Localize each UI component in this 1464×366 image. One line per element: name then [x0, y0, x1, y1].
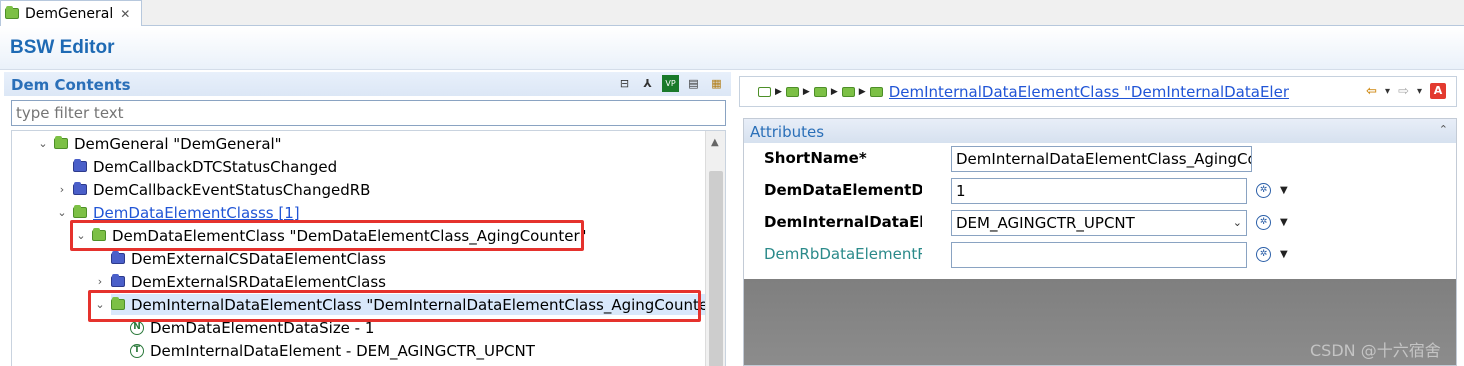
collapse-all-icon[interactable]: ⊟ [616, 75, 633, 92]
expand-arrow-icon[interactable]: ⌄ [36, 137, 50, 150]
attr-label: DemDataElementDat [764, 181, 922, 199]
editor-tab-bar: DemGeneral ✕ [0, 0, 1464, 26]
editor-title: BSW Editor [10, 37, 115, 58]
scroll-up-icon[interactable]: ▲ [711, 137, 719, 148]
folder-icon[interactable] [813, 87, 827, 97]
expand-arrow-icon[interactable]: ⌄ [55, 206, 69, 219]
breadcrumb-current-link[interactable]: DemInternalDataElementClass "DemInternal… [889, 83, 1289, 101]
collapse-icon[interactable]: ⌃ [1439, 123, 1448, 136]
forward-arrow-icon[interactable]: ⇨ [1398, 84, 1409, 99]
filter-input[interactable] [11, 100, 726, 126]
watermark: CSDN @十六宿舍 [1310, 341, 1441, 360]
attr-label: DemRbDataElementRe [764, 245, 922, 263]
attributes-body: ShortName* DemInternalDataElementClass_A… [744, 143, 1456, 279]
chevron-down-icon[interactable]: ▼ [1280, 185, 1288, 196]
reset-icon[interactable]: ✲ [1256, 247, 1271, 262]
tree-node-callback-event[interactable]: › DemCallbackEventStatusChangedRB [55, 178, 371, 201]
numeric-param-icon: N [130, 320, 144, 335]
attributes-section: Attributes ⌃ ShortName* DemInternalDataE… [743, 118, 1457, 366]
close-icon[interactable]: ✕ [120, 7, 130, 21]
breadcrumb-path: ▶ ▶ ▶ ▶ DemInternalDataElementClass "Dem… [758, 83, 1289, 101]
internal-data-element-combo[interactable]: DEM_AGINGCTR_UPCNT ⌄ [951, 210, 1247, 236]
contents-toolbar: ⊟ ⅄ VP ▤ ▦ [616, 75, 725, 92]
tree-node-label[interactable]: DemDataElementClasss [1] [93, 204, 300, 222]
scrollbar-thumb[interactable] [709, 171, 723, 366]
contents-header: Dem Contents ⊟ ⅄ VP ▤ ▦ [4, 72, 731, 96]
table-icon[interactable]: ▦ [708, 75, 725, 92]
chevron-down-icon[interactable]: ⌄ [1233, 216, 1242, 229]
vp-res-icon[interactable]: VP [662, 75, 679, 92]
contents-title: Dem Contents [11, 76, 131, 94]
breadcrumb-separator-icon: ▶ [775, 87, 782, 97]
folder-icon [5, 6, 19, 19]
reset-icon[interactable]: ✲ [1256, 183, 1271, 198]
highlight-box-data-element-class [70, 220, 584, 251]
autosar-icon[interactable]: A [1430, 83, 1446, 99]
document-icon[interactable]: ▤ [685, 75, 702, 92]
back-arrow-icon[interactable]: ⇦ [1366, 84, 1377, 99]
tree-node-label: DemExternalSRDataElementClass [131, 272, 386, 291]
attributes-header[interactable]: Attributes ⌃ [744, 119, 1456, 143]
attr-label: DemInternalDataEler [764, 213, 922, 231]
rb-data-element-input[interactable] [951, 242, 1247, 268]
properties-pane: ▶ ▶ ▶ ▶ DemInternalDataElementClass "Dem… [737, 70, 1464, 366]
attr-row-rb-data-element: DemRbDataElementRe ✲ ▼ [744, 239, 1456, 271]
folder-icon [73, 182, 87, 195]
navigation-toolbar: ⇦ ▾ ⇨ ▾ A [1366, 83, 1446, 99]
combo-value: DEM_AGINGCTR_UPCNT [956, 214, 1135, 232]
folder-icon[interactable] [841, 87, 855, 97]
root-icon[interactable] [758, 87, 771, 97]
folder-icon [54, 136, 68, 149]
breadcrumb: ▶ ▶ ▶ ▶ DemInternalDataElementClass "Dem… [739, 76, 1457, 107]
text-param-icon: T [130, 343, 144, 358]
attributes-title: Attributes [750, 123, 825, 141]
tree-scrollbar[interactable]: ▲ [705, 131, 725, 366]
folder-icon[interactable] [785, 87, 799, 97]
chevron-down-icon[interactable]: ▼ [1280, 249, 1288, 260]
tree-node-callback-dtc[interactable]: DemCallbackDTCStatusChanged [55, 155, 337, 178]
chevron-down-icon[interactable]: ▼ [1280, 217, 1288, 228]
attr-row-shortname: ShortName* DemInternalDataElementClass_A… [744, 143, 1456, 175]
chevron-down-icon[interactable]: ▾ [1417, 86, 1422, 97]
attr-row-data-element-data-size: DemDataElementDat 1 ✲ ▼ [744, 175, 1456, 207]
shortname-input[interactable]: DemInternalDataElementClass_AgingCou [951, 146, 1252, 172]
highlight-box-internal-class [88, 290, 701, 322]
tree-node-label: DemGeneral "DemGeneral" [74, 134, 282, 153]
tab-label: DemGeneral [25, 5, 114, 22]
tree-node-label: DemCallbackDTCStatusChanged [93, 157, 338, 176]
chevron-down-icon[interactable]: ▾ [1385, 86, 1390, 97]
folder-icon[interactable] [869, 87, 883, 97]
attr-row-internal-data-element: DemInternalDataEler DEM_AGINGCTR_UPCNT ⌄… [744, 207, 1456, 239]
folder-icon [73, 205, 87, 218]
folder-icon [111, 274, 125, 287]
reset-icon[interactable]: ✲ [1256, 215, 1271, 230]
folder-icon [111, 251, 125, 264]
editor-header: BSW Editor [0, 27, 1464, 70]
attr-label: ShortName* [764, 149, 867, 167]
hierarchy-icon[interactable]: ⅄ [639, 75, 656, 92]
tree-node-label: DemExternalCSDataElementClass [131, 249, 386, 268]
folder-icon [73, 159, 87, 172]
expand-arrow-icon[interactable]: › [55, 183, 69, 196]
data-size-input[interactable]: 1 [951, 178, 1247, 204]
breadcrumb-separator-icon: ▶ [802, 87, 810, 97]
tree-node-label: DemCallbackEventStatusChangedRB [93, 180, 371, 199]
tab-demgeneral[interactable]: DemGeneral ✕ [0, 0, 142, 26]
expand-arrow-icon[interactable]: › [93, 275, 107, 288]
tree-node-label: DemInternalDataElement - DEM_AGINGCTR_UP… [150, 341, 535, 360]
breadcrumb-separator-icon: ▶ [858, 87, 866, 97]
tree-node-internal-data-element[interactable]: T DemInternalDataElement - DEM_AGINGCTR_… [112, 339, 535, 362]
tree-node-demgeneral[interactable]: ⌄ DemGeneral "DemGeneral" [36, 132, 282, 155]
breadcrumb-separator-icon: ▶ [830, 87, 838, 97]
